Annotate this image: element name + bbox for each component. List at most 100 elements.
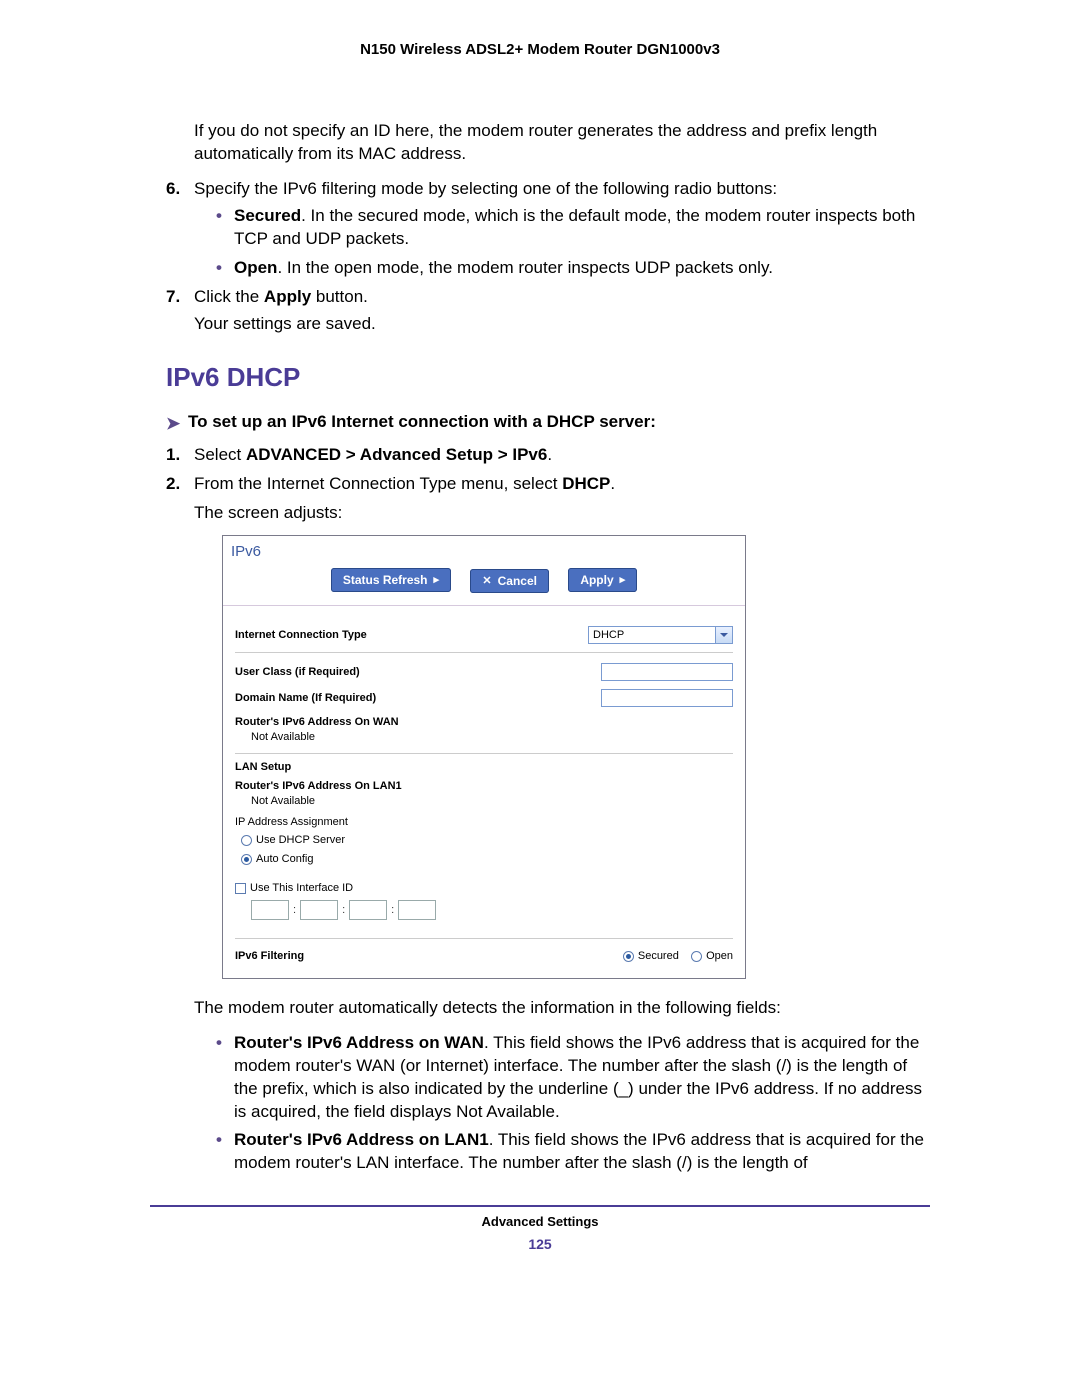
colon-separator: : <box>391 903 394 918</box>
secured-label: Secured <box>638 950 679 962</box>
step7-c: button. <box>311 287 368 306</box>
ipv6-config-screenshot: IPv6 Status Refresh ▸ ✕ Cancel Apply ▸ <box>222 535 746 979</box>
open-rest: . In the open mode, the modem router ins… <box>277 258 772 277</box>
radio-dhcp-label: Use DHCP Server <box>256 834 345 846</box>
after-shot-paragraph: The modem router automatically detects t… <box>194 997 930 1020</box>
panel-toolbar: Status Refresh ▸ ✕ Cancel Apply ▸ <box>223 566 745 602</box>
row-ipv6-filtering: IPv6 Filtering Secured Open <box>235 945 733 968</box>
s2b: DHCP <box>562 474 610 493</box>
divider <box>235 938 733 939</box>
lan-addr-label: Router's IPv6 Address On LAN1 <box>235 779 402 794</box>
substep-2: 2. From the Internet Connection Type men… <box>166 473 930 1176</box>
step-marker-7: 7. <box>166 286 180 309</box>
wan-addr-value: Not Available <box>235 730 315 745</box>
conn-type-label: Internet Connection Type <box>235 628 367 643</box>
ip-assign-label: IP Address Assignment <box>235 815 733 830</box>
secured-bold: Secured <box>234 206 301 225</box>
apply-arrow-icon: ▸ <box>620 573 626 588</box>
interface-id-field-3[interactable] <box>349 900 387 920</box>
step7-result: Your settings are saved. <box>194 313 930 336</box>
connection-type-select[interactable]: DHCP <box>588 626 733 644</box>
divider <box>235 652 733 653</box>
open-bold: Open <box>234 258 277 277</box>
bullet-dot-icon: • <box>216 257 222 280</box>
refresh-arrow-icon: ▸ <box>434 573 440 588</box>
radio-secured[interactable]: Secured <box>623 950 679 962</box>
after-bullet-wan: • Router's IPv6 Address on WAN. This fie… <box>216 1032 930 1124</box>
cancel-label: Cancel <box>498 573 537 589</box>
colon-separator: : <box>293 903 296 918</box>
domain-label: Domain Name (If Required) <box>235 691 376 706</box>
page-number: 125 <box>150 1235 930 1254</box>
s2-result: The screen adjusts: <box>194 502 930 525</box>
wan-addr-label: Router's IPv6 Address On WAN <box>235 715 399 730</box>
step-7: 7. Click the Apply button. Your settings… <box>166 286 930 336</box>
ab0-bold: Router's IPv6 Address on WAN <box>234 1033 484 1052</box>
radio-icon <box>623 951 634 962</box>
status-refresh-button[interactable]: Status Refresh ▸ <box>331 568 451 592</box>
intro-paragraph: If you do not specify an ID here, the mo… <box>194 120 930 166</box>
step-marker-2: 2. <box>166 473 180 496</box>
lan-setup-heading: LAN Setup <box>235 760 733 775</box>
ab1-bold: Router's IPv6 Address on LAN1 <box>234 1130 489 1149</box>
radio-icon <box>691 951 702 962</box>
checkbox-interface-id[interactable]: Use This Interface ID <box>235 881 733 896</box>
user-class-label: User Class (if Required) <box>235 665 360 680</box>
apply-button[interactable]: Apply ▸ <box>568 568 637 592</box>
bullet-dot-icon: • <box>216 205 222 228</box>
colon-separator: : <box>342 903 345 918</box>
step-marker-6: 6. <box>166 178 180 201</box>
domain-name-input[interactable] <box>601 689 733 707</box>
row-connection-type: Internet Connection Type DHCP <box>235 622 733 648</box>
section-heading-ipv6-dhcp: IPv6 DHCP <box>166 360 930 395</box>
lan-addr-value: Not Available <box>235 794 315 809</box>
s2a: From the Internet Connection Type menu, … <box>194 474 562 493</box>
step6-bullet-open: • Open. In the open mode, the modem rout… <box>216 257 930 280</box>
footer-rule <box>150 1205 930 1207</box>
panel-title: IPv6 <box>223 536 745 566</box>
bullet-dot-icon: • <box>216 1032 222 1055</box>
substep-1: 1. Select ADVANCED > Advanced Setup > IP… <box>166 444 930 467</box>
row-domain-name: Domain Name (If Required) <box>235 685 733 711</box>
chk-interface-label: Use This Interface ID <box>250 882 353 894</box>
secured-rest: . In the secured mode, which is the defa… <box>234 206 915 248</box>
after-bullet-lan: • Router's IPv6 Address on LAN1. This fi… <box>216 1129 930 1175</box>
row-lan-address: Router's IPv6 Address On LAN1 Not Availa… <box>235 775 733 813</box>
task-line: ➤ To set up an IPv6 Internet connection … <box>166 411 930 434</box>
divider <box>235 753 733 754</box>
step-6: 6. Specify the IPv6 filtering mode by se… <box>166 178 930 280</box>
bullet-dot-icon: • <box>216 1129 222 1152</box>
refresh-label: Status Refresh <box>343 572 428 588</box>
task-line-text: To set up an IPv6 Internet connection wi… <box>188 412 656 431</box>
radio-auto-config[interactable]: Auto Config <box>241 850 733 869</box>
arrow-icon: ➤ <box>166 413 180 436</box>
filtering-label: IPv6 Filtering <box>235 949 304 964</box>
radio-use-dhcp[interactable]: Use DHCP Server <box>241 831 733 850</box>
page-header: N150 Wireless ADSL2+ Modem Router DGN100… <box>150 40 930 60</box>
open-label: Open <box>706 950 733 962</box>
s1c: . <box>547 445 552 464</box>
step7-a: Click the <box>194 287 264 306</box>
row-wan-address: Router's IPv6 Address On WAN Not Availab… <box>235 711 733 749</box>
step-marker-1: 1. <box>166 444 180 467</box>
footer-section-label: Advanced Settings <box>150 1213 930 1231</box>
interface-id-field-2[interactable] <box>300 900 338 920</box>
s1a: Select <box>194 445 246 464</box>
radio-icon <box>241 835 252 846</box>
radio-icon <box>241 854 252 865</box>
cancel-button[interactable]: ✕ Cancel <box>470 569 549 593</box>
interface-id-field-1[interactable] <box>251 900 289 920</box>
step-6-text: Specify the IPv6 filtering mode by selec… <box>194 179 777 198</box>
row-user-class: User Class (if Required) <box>235 659 733 685</box>
apply-label: Apply <box>580 572 613 588</box>
step6-bullet-secured: • Secured. In the secured mode, which is… <box>216 205 930 251</box>
interface-id-field-4[interactable] <box>398 900 436 920</box>
s1b: ADVANCED > Advanced Setup > IPv6 <box>246 445 547 464</box>
step7-b: Apply <box>264 287 311 306</box>
user-class-input[interactable] <box>601 663 733 681</box>
close-x-icon: ✕ <box>482 574 491 589</box>
divider <box>223 605 745 606</box>
checkbox-icon <box>235 883 246 894</box>
radio-open[interactable]: Open <box>691 950 733 962</box>
interface-id-inputs: : : : <box>251 900 733 920</box>
